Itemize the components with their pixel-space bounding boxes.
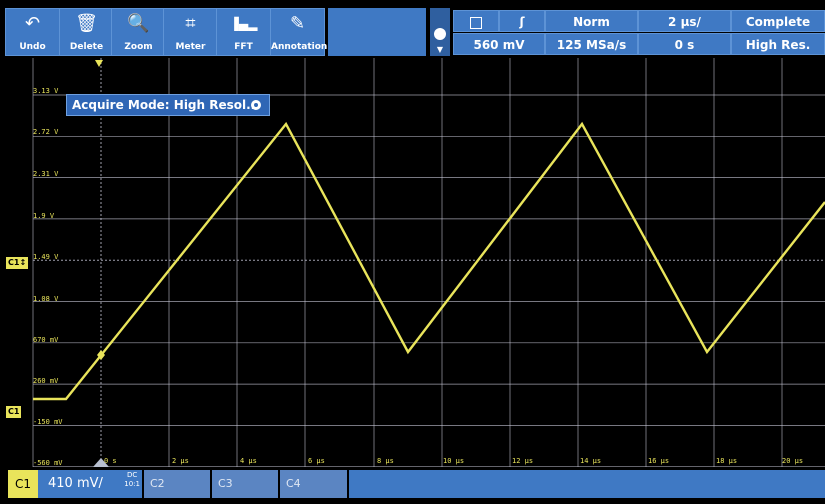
annotation-button[interactable]: ✎ Annotation <box>270 8 327 56</box>
trigger-mode-button[interactable]: Norm <box>545 10 638 32</box>
delete-button[interactable]: 🗑 Delete <box>59 8 114 56</box>
timebase-button[interactable]: 2 µs/ <box>638 10 731 32</box>
volt-label: 1.49 V <box>33 253 59 261</box>
volt-label: 2.72 V <box>33 128 59 136</box>
time-label: 12 µs <box>512 457 534 465</box>
time-label: 10 µs <box>443 457 465 465</box>
c1-probe-ratio: 10:1 <box>124 480 140 488</box>
c1-coupling-info: DC 10:1 <box>124 471 140 489</box>
fft-icon: ▐▄▂ <box>229 17 258 31</box>
volt-label: -560 mV <box>33 459 63 467</box>
popup-text: Acquire Mode: High Resol... <box>72 98 260 112</box>
menu-toggle-button[interactable]: ▼ <box>430 8 450 56</box>
trigger-level-button[interactable]: 560 mV <box>453 33 545 55</box>
square-icon <box>470 16 482 29</box>
time-label: 16 µs <box>648 457 670 465</box>
trigger-position-marker[interactable] <box>95 60 103 67</box>
close-icon[interactable] <box>251 100 261 110</box>
chevron-down-icon: ▼ <box>436 45 444 54</box>
time-label: 8 µs <box>377 457 394 465</box>
meter-button[interactable]: ⌗ Meter <box>163 8 218 56</box>
c1-scale-button[interactable]: 410 mV/ DC 10:1 <box>38 470 142 498</box>
time-label: 14 µs <box>580 457 602 465</box>
volt-label: 2.31 V <box>33 170 59 178</box>
trash-icon: 🗑 <box>75 13 98 34</box>
c1-trace <box>33 121 825 401</box>
c1-offset-marker[interactable]: C1↕ <box>6 257 29 269</box>
volt-label: 260 mV <box>33 377 59 385</box>
time-label: 2 µs <box>172 457 189 465</box>
channel-c4-tab[interactable]: C4 <box>280 470 347 498</box>
time-label: 0 s <box>104 457 117 465</box>
c1-scale-value: 410 mV/ <box>48 476 103 491</box>
toolbar: ↶ Undo 🗑 Delete 🔍 Zoom ⌗ Meter ▐▄▂ FFT ✎… <box>0 0 825 58</box>
toolbar-spacer <box>328 8 426 56</box>
volt-label: -150 mV <box>33 418 63 426</box>
channel-bar: C1 410 mV/ DC 10:1 C2 C3 C4 <box>0 467 825 504</box>
channel-c2-tab[interactable]: C2 <box>144 470 210 498</box>
time-label: 6 µs <box>308 457 325 465</box>
fft-button[interactable]: ▐▄▂ FFT <box>216 8 271 56</box>
acquire-mode-popup[interactable]: Acquire Mode: High Resol... <box>66 94 270 116</box>
channel-c3-tab[interactable]: C3 <box>212 470 278 498</box>
rising-edge-icon: ʃ <box>519 15 525 29</box>
volt-label: 670 mV <box>33 336 59 344</box>
acq-mode-button[interactable]: High Res. <box>731 33 825 55</box>
acq-state-button[interactable]: Complete <box>731 10 825 32</box>
bottom-bar-fill <box>349 470 825 498</box>
pencil-icon: ✎ <box>289 13 306 34</box>
zoom-button[interactable]: 🔍 Zoom <box>111 8 166 56</box>
time-label: 18 µs <box>716 457 738 465</box>
graticule <box>32 58 825 467</box>
zoom-icon: 🔍 <box>127 13 150 34</box>
c1-coupling: DC <box>126 471 138 479</box>
sample-rate-button[interactable]: 125 MSa/s <box>545 33 638 55</box>
volt-label: 1.9 V <box>33 212 55 220</box>
undo-button[interactable]: ↶ Undo <box>5 8 60 56</box>
channel-select-button[interactable] <box>453 10 499 32</box>
channel-c1-tab[interactable]: C1 <box>8 470 38 498</box>
trigger-slope-button[interactable]: ʃ <box>499 10 545 32</box>
circle-icon <box>434 28 446 40</box>
time-label: 4 µs <box>240 457 257 465</box>
waveform-display[interactable] <box>0 58 825 467</box>
time-label: 20 µs <box>782 457 804 465</box>
meter-icon: ⌗ <box>185 13 196 34</box>
volt-label: 3.13 V <box>33 87 59 95</box>
c1-ground-marker[interactable]: C1 <box>6 406 22 418</box>
volt-label: 1.08 V <box>33 295 59 303</box>
undo-arrow-icon: ↶ <box>24 13 41 34</box>
delay-button[interactable]: 0 s <box>638 33 731 55</box>
